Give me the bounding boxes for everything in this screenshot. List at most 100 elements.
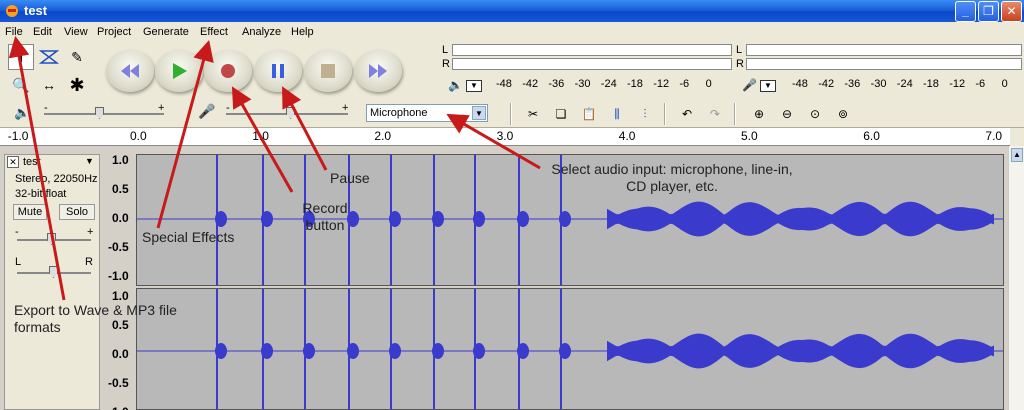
pan-slider-thumb[interactable] [49,266,58,278]
ruler-tick-label: 7.0 [985,129,1003,143]
stop-icon [321,64,335,78]
draw-tool[interactable]: ✎ [64,44,90,70]
rec-meter-left-label: L [736,44,743,56]
silence-button[interactable]: ⫶ [634,104,656,124]
rec-meter-menu-dropdown[interactable]: ▼ [760,80,776,92]
output-volume-icon: 🔈 [14,105,31,120]
menu-project[interactable]: Project [97,26,131,38]
fit-selection-button[interactable]: ⊙ [804,104,826,124]
ruler-tick-label: 3.0 [496,129,514,143]
audacity-app-icon[interactable] [4,3,20,19]
envelope-tool[interactable] [36,44,62,70]
amplitude-scale-label: -1.0 [108,269,129,283]
waveform-burst [389,211,401,227]
menu-analyze[interactable]: Analyze [242,26,281,38]
waveform-voice-segment [607,201,994,237]
cut-button[interactable]: ✂ [522,104,544,124]
undo-icon: ↶ [681,107,693,121]
waveform-burst [261,343,273,359]
pencil-icon: ✎ [71,48,83,65]
zoom-in-icon: ⊕ [753,107,765,121]
track-panel: ✕ test ▼ Stereo, 22050Hz 32-bit float Mu… [0,146,1010,410]
track-sample-format: 32-bit float [15,188,67,200]
minimize-icon: _ [962,4,969,18]
gain-minus: - [15,226,19,238]
zoom-out-button[interactable]: ⊖ [776,104,798,124]
amplitude-scale-label: 0.5 [112,182,129,196]
redo-button[interactable]: ↷ [704,104,726,124]
chevron-up-icon: ▲ [1013,150,1021,159]
input-volume-thumb[interactable] [286,107,295,119]
close-icon: ✕ [9,157,17,167]
meter-scale-label: -12 [653,78,670,90]
pause-button[interactable] [254,50,302,92]
amplitude-scale-label: -0.5 [108,240,129,254]
input-volume-icon: 🎤 [198,103,216,119]
close-button[interactable]: ✕ [1001,1,1022,22]
scroll-up-button[interactable]: ▲ [1011,148,1023,162]
undo-button[interactable]: ↶ [676,104,698,124]
copy-button[interactable]: ❏ [550,104,572,124]
input-source-select[interactable]: Microphone ▼ [366,104,488,122]
annotation-export: Export to Wave & MP3 file formats [14,302,177,335]
waveform-burst [473,211,485,227]
track-close-button[interactable]: ✕ [7,156,19,168]
track-name-menu[interactable]: test [23,156,41,168]
menu-edit[interactable]: Edit [33,26,52,38]
menu-view[interactable]: View [64,26,88,38]
amplitude-scale-label: 0.0 [112,347,129,361]
stop-button[interactable] [304,50,352,92]
meter-scale-label: -48 [792,78,808,90]
waveform-burst [559,211,571,227]
fit-project-button[interactable]: ⊚ [832,104,854,124]
meter-scale-label: -6 [679,78,690,90]
waveform-burst [432,211,444,227]
magnifier-icon: 🔍 [12,76,30,93]
redo-icon: ↷ [709,107,721,121]
meter-scale-label: -42 [818,78,835,90]
skip-to-end-button[interactable] [354,50,402,92]
silence-icon: ⫶ [643,106,647,121]
meter-right-bar [452,58,732,70]
vertical-scrollbar[interactable]: ▲ [1008,146,1024,410]
output-volume-slider[interactable] [44,113,164,115]
zoom-in-button[interactable]: ⊕ [748,104,770,124]
record-button[interactable] [204,50,252,92]
mixer-edit-toolbar: 🔈 - + 🎤 - + Microphone ▼ ✂ ❏ 📋 ⫼ ⫶ ↶ ↷ ⊕… [0,100,1024,128]
record-icon [221,64,235,78]
ruler-tick-label: 2.0 [374,129,392,143]
paste-button[interactable]: 📋 [578,104,600,124]
time-shift-tool[interactable]: ↔ [36,72,62,98]
gain-slider-thumb[interactable] [47,233,56,245]
zoom-out-icon: ⊖ [781,107,793,121]
menu-effect[interactable]: Effect [200,26,228,38]
speaker-icon: 🔈 [448,78,463,92]
meter-scale-label: -24 [896,78,913,90]
fit-project-icon: ⊚ [837,107,849,121]
multi-tool[interactable]: ✱ [64,72,90,98]
minimize-button[interactable]: _ [955,1,976,22]
meter-scale-label: -12 [949,78,966,90]
zoom-tool[interactable]: 🔍 [8,72,34,98]
selection-tool[interactable]: I [8,44,34,70]
solo-button[interactable]: Solo [59,204,95,220]
ruler-tick-label: 4.0 [618,129,636,143]
fit-selection-icon: ⊙ [809,107,821,121]
menu-help[interactable]: Help [291,26,314,38]
timeline-ruler[interactable]: -1.0 0.0 1.0 2.0 3.0 4.0 5.0 6.0 7.0 [0,128,1010,146]
envelope-icon [39,50,59,64]
menu-generate[interactable]: Generate [143,26,189,38]
meter-left-bar [452,44,732,56]
output-volume-thumb[interactable] [95,107,104,119]
waveform-voice-segment [607,333,994,369]
mute-button[interactable]: Mute [13,204,47,220]
waveform-right-channel[interactable] [136,288,1004,410]
play-button[interactable] [155,50,203,92]
meter-menu-dropdown[interactable]: ▼ [466,80,482,92]
trim-button[interactable]: ⫼ [606,104,628,124]
input-source-value: Microphone [370,107,428,119]
maximize-button[interactable]: ❐ [978,1,999,22]
close-icon: ✕ [1006,4,1017,18]
skip-to-start-button[interactable] [106,50,154,92]
menu-file[interactable]: File [5,26,23,38]
